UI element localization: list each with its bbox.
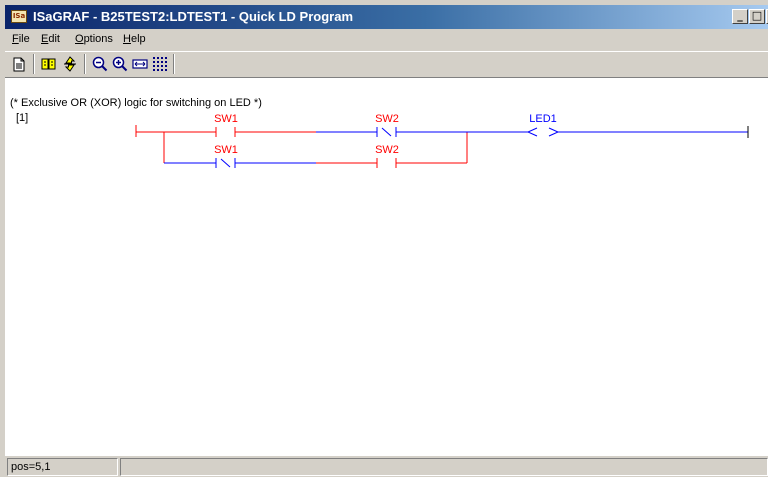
menu-file[interactable]: File bbox=[12, 33, 30, 45]
coil-led1[interactable] bbox=[526, 127, 560, 137]
zoom-in-button[interactable] bbox=[109, 54, 130, 74]
app-icon[interactable]: ISa bbox=[11, 10, 27, 23]
menu-bar: File Edit Options Help bbox=[5, 29, 768, 49]
toolbar-separator bbox=[33, 54, 35, 74]
ld-editor-area[interactable]: (* Exclusive OR (XOR) logic for switchin… bbox=[5, 77, 768, 456]
arrows-icon bbox=[63, 56, 76, 72]
function-blocks-button[interactable] bbox=[38, 54, 59, 74]
minimize-button[interactable]: _ bbox=[732, 9, 748, 24]
zoom-in-icon bbox=[112, 56, 127, 72]
toolbar-separator bbox=[84, 54, 86, 74]
contact-sw1-nc[interactable] bbox=[215, 158, 236, 168]
fit-view-button[interactable] bbox=[129, 54, 150, 74]
title-bar[interactable]: ISa ISaGRAF - B25TEST2:LDTEST1 - Quick L… bbox=[5, 5, 768, 29]
contact-sw2-nc[interactable] bbox=[376, 127, 397, 137]
menu-help[interactable]: Help bbox=[123, 33, 146, 45]
grid-icon bbox=[152, 57, 167, 71]
contact-label: SW1 bbox=[214, 144, 238, 156]
document-icon bbox=[13, 57, 24, 71]
grid-button[interactable] bbox=[149, 54, 170, 74]
menu-options[interactable]: Options bbox=[75, 33, 113, 45]
blocks-icon bbox=[41, 58, 55, 70]
position-indicator: pos=5,1 bbox=[7, 458, 118, 476]
menu-edit[interactable]: Edit bbox=[41, 33, 60, 45]
toolbar-separator bbox=[173, 54, 175, 74]
fit-icon bbox=[131, 59, 148, 69]
maximize-button[interactable]: □ bbox=[749, 9, 765, 24]
move-button[interactable] bbox=[59, 54, 80, 74]
status-message bbox=[120, 458, 768, 476]
toolbar bbox=[5, 51, 768, 77]
zoom-out-button[interactable] bbox=[89, 54, 110, 74]
contact-sw1-no[interactable] bbox=[215, 127, 236, 137]
status-bar: pos=5,1 bbox=[5, 456, 768, 477]
contact-label: SW2 bbox=[375, 144, 399, 156]
coil-label: LED1 bbox=[529, 113, 557, 125]
ladder-diagram: SW1 SW2 SW1 SW2 LED1 bbox=[135, 113, 749, 168]
main-window: ISa ISaGRAF - B25TEST2:LDTEST1 - Quick L… bbox=[0, 0, 768, 477]
contact-sw2-no[interactable] bbox=[376, 158, 397, 168]
contact-label: SW2 bbox=[375, 113, 399, 125]
new-document-button[interactable] bbox=[8, 54, 29, 74]
contact-label: SW1 bbox=[214, 113, 238, 125]
zoom-out-icon bbox=[92, 56, 107, 72]
window-title: ISaGRAF - B25TEST2:LDTEST1 - Quick LD Pr… bbox=[33, 9, 353, 24]
